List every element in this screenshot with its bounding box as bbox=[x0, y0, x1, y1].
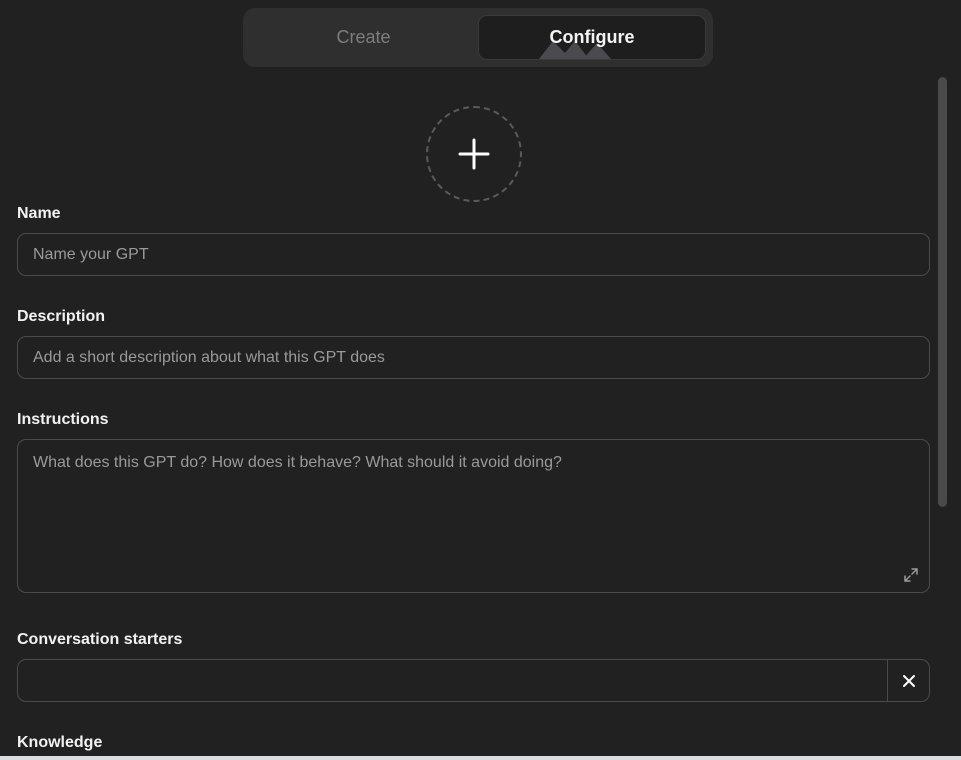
name-input[interactable]: Name your GPT bbox=[17, 233, 930, 276]
mode-tabs: Create Configure bbox=[243, 8, 713, 67]
plus-icon bbox=[458, 138, 490, 170]
instructions-textarea[interactable]: What does this GPT do? How does it behav… bbox=[17, 439, 930, 593]
avatar-upload-button[interactable] bbox=[426, 106, 522, 202]
description-label: Description bbox=[17, 308, 106, 325]
tab-create[interactable]: Create bbox=[250, 15, 477, 60]
close-icon bbox=[902, 674, 915, 687]
knowledge-label: Knowledge bbox=[17, 734, 103, 751]
conversation-starters-label: Conversation starters bbox=[17, 631, 183, 648]
window-bottom-edge bbox=[0, 756, 961, 760]
expand-button[interactable] bbox=[902, 566, 920, 584]
expand-icon bbox=[904, 568, 918, 582]
tab-configure[interactable]: Configure bbox=[478, 15, 706, 60]
description-input[interactable]: Add a short description about what this … bbox=[17, 336, 930, 379]
scrollbar[interactable] bbox=[938, 77, 947, 507]
tab-create-label: Create bbox=[336, 27, 391, 47]
instructions-label: Instructions bbox=[17, 411, 109, 428]
name-placeholder: Name your GPT bbox=[33, 246, 149, 263]
conversation-starter-input[interactable] bbox=[17, 659, 930, 702]
tab-configure-label: Configure bbox=[549, 27, 635, 47]
instructions-placeholder: What does this GPT do? How does it behav… bbox=[33, 454, 562, 471]
gpt-configure-page: Create Configure Name Name your GPT Desc… bbox=[0, 0, 961, 760]
scrollbar-thumb[interactable] bbox=[938, 77, 947, 507]
name-label: Name bbox=[17, 205, 61, 222]
remove-starter-button[interactable] bbox=[887, 660, 929, 701]
description-placeholder: Add a short description about what this … bbox=[33, 349, 385, 366]
